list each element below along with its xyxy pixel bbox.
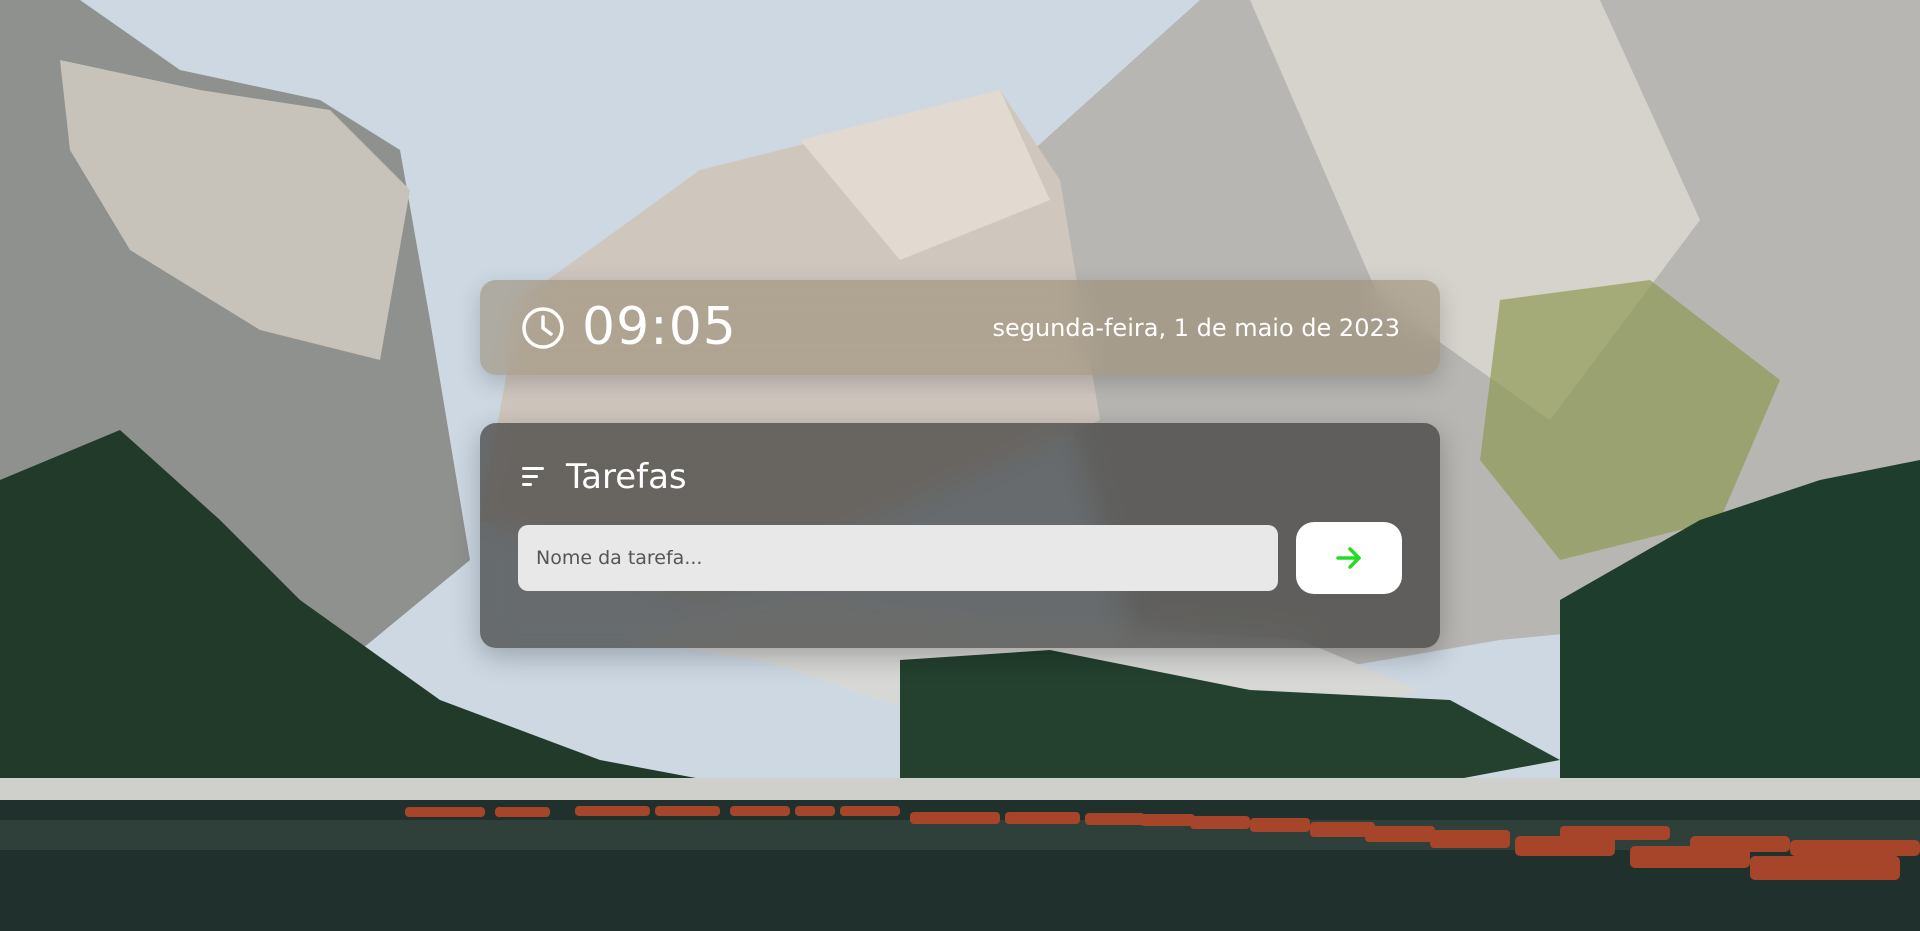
tasks-panel: Tarefas xyxy=(480,423,1440,648)
clock-date: segunda-feira, 1 de maio de 2023 xyxy=(992,314,1400,342)
task-name-input[interactable] xyxy=(518,525,1278,591)
clock-icon xyxy=(520,305,566,351)
sort-lines-icon xyxy=(522,465,548,489)
clock-time: 09:05 xyxy=(582,297,737,357)
tasks-title: Tarefas xyxy=(566,457,687,497)
clock-panel: 09:05 segunda-feira, 1 de maio de 2023 xyxy=(480,280,1440,375)
add-task-button[interactable] xyxy=(1296,522,1402,594)
arrow-right-icon xyxy=(1296,543,1402,573)
